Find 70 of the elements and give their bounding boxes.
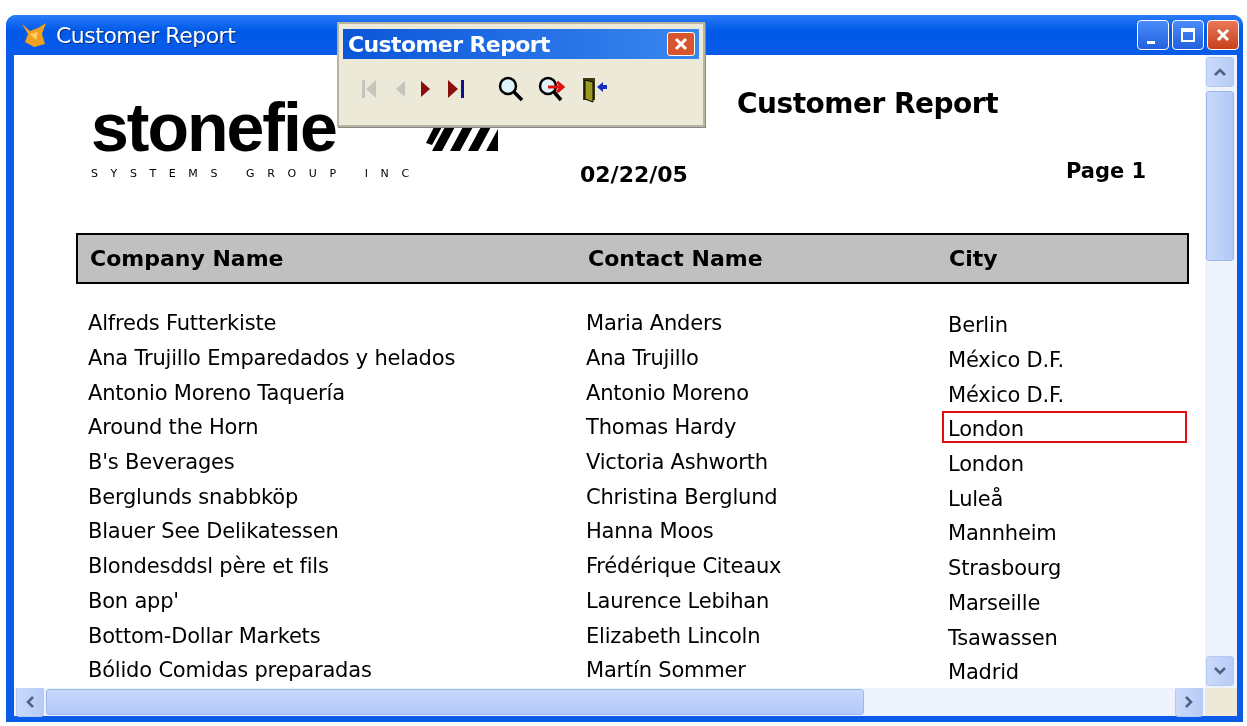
close-icon	[1215, 27, 1231, 43]
close-icon	[674, 37, 688, 51]
table-cell-text: Maria Anders	[586, 311, 724, 336]
table-cell-text: Madrid	[947, 659, 1020, 687]
table-cell-text: Victoria Ashworth	[586, 450, 769, 475]
scroll-down-button[interactable]	[1206, 656, 1234, 686]
maximize-button[interactable]	[1172, 20, 1204, 50]
table-cell-text: Blondesddsl père et fils	[88, 554, 330, 579]
chevron-right-icon	[1184, 695, 1194, 709]
report-date: 02/22/05	[580, 162, 688, 187]
table-cell-text: Christina Berglund	[586, 484, 779, 509]
chevron-left-icon	[25, 695, 35, 709]
table-cell-text: Bólido Comidas preparadas	[88, 658, 373, 683]
table-cell-text: B's Beverages	[88, 450, 236, 475]
table-cell-text: Berglunds snabbköp	[88, 484, 300, 509]
logo-stripes-icon	[425, 125, 498, 151]
table-cell-text: Tsawassen	[947, 624, 1059, 652]
table-cell-text: Antonio Moreno	[586, 380, 750, 405]
table-cell-text: Frédérique Citeaux	[586, 554, 783, 579]
zoom-button[interactable]	[497, 75, 525, 103]
column-header: Company Name	[90, 246, 285, 271]
table-cell-text: Marseille	[947, 589, 1042, 617]
chevron-up-icon	[1213, 67, 1227, 77]
table-cell-text: Berlin	[947, 312, 1009, 340]
logo-tagline: SYSTEMS GROUP INC	[91, 167, 423, 180]
table-cell-text: Luleå	[947, 485, 1005, 513]
scroll-up-button[interactable]	[1206, 57, 1234, 87]
close-button[interactable]	[667, 32, 695, 56]
table-cell-text: Bottom-Dollar Markets	[88, 623, 322, 648]
scroll-thumb[interactable]	[1206, 91, 1234, 261]
report-title: Customer Report	[737, 87, 998, 120]
page-number: Page 1	[1066, 159, 1147, 183]
table-cell-text: London	[947, 451, 1025, 479]
table-cell-text: Around the Horn	[88, 415, 260, 440]
table-cell-text: Hanna Moos	[586, 519, 715, 544]
vertical-scrollbar[interactable]	[1205, 55, 1237, 688]
table-cell-text: México D.F.	[947, 347, 1066, 375]
logo-wordmark: stonefie	[91, 97, 336, 157]
table-cell-text: Thomas Hardy	[586, 415, 738, 440]
table-cell-text: Ana Trujillo Emparedados y helados	[88, 346, 457, 371]
scroll-right-button[interactable]	[1175, 687, 1203, 717]
table-cell-text: Alfreds Futterkiste	[88, 311, 278, 336]
window-title: Customer Report	[56, 22, 236, 48]
close-button[interactable]	[1207, 20, 1239, 50]
table-cell-text: Laurence Lebihan	[586, 588, 771, 613]
table-cell-text: México D.F.	[947, 381, 1066, 409]
horizontal-scrollbar[interactable]	[14, 688, 1205, 716]
fox-app-icon	[20, 22, 48, 48]
minimize-icon	[1147, 40, 1155, 44]
minimize-button[interactable]	[1137, 20, 1169, 50]
table-cell-text: Mannheim	[947, 520, 1058, 548]
table-cell-text: Antonio Moreno Taquería	[88, 380, 346, 405]
find-button[interactable]	[537, 75, 567, 103]
chevron-down-icon	[1213, 666, 1227, 676]
scroll-left-button[interactable]	[16, 687, 44, 717]
table-cell-text: Blauer See Delikatessen	[88, 519, 340, 544]
column-header: City	[949, 246, 999, 271]
table-cell-text: Bon app'	[88, 588, 180, 613]
maximize-icon	[1180, 27, 1196, 43]
table-cell-text: Strasbourg	[947, 555, 1063, 583]
table-cell-text: Ana Trujillo	[586, 346, 700, 371]
resize-grip[interactable]	[1205, 688, 1237, 716]
table-cell: London	[942, 411, 1187, 444]
table-cell-text: Elizabeth Lincoln	[586, 623, 762, 648]
zoom-icon	[497, 75, 525, 103]
table-cell-text: Martín Sommer	[586, 658, 747, 683]
find-icon	[537, 75, 567, 103]
toolbar-title: Customer Report	[348, 31, 550, 57]
column-header: Contact Name	[588, 246, 764, 271]
scroll-thumb[interactable]	[46, 689, 864, 715]
